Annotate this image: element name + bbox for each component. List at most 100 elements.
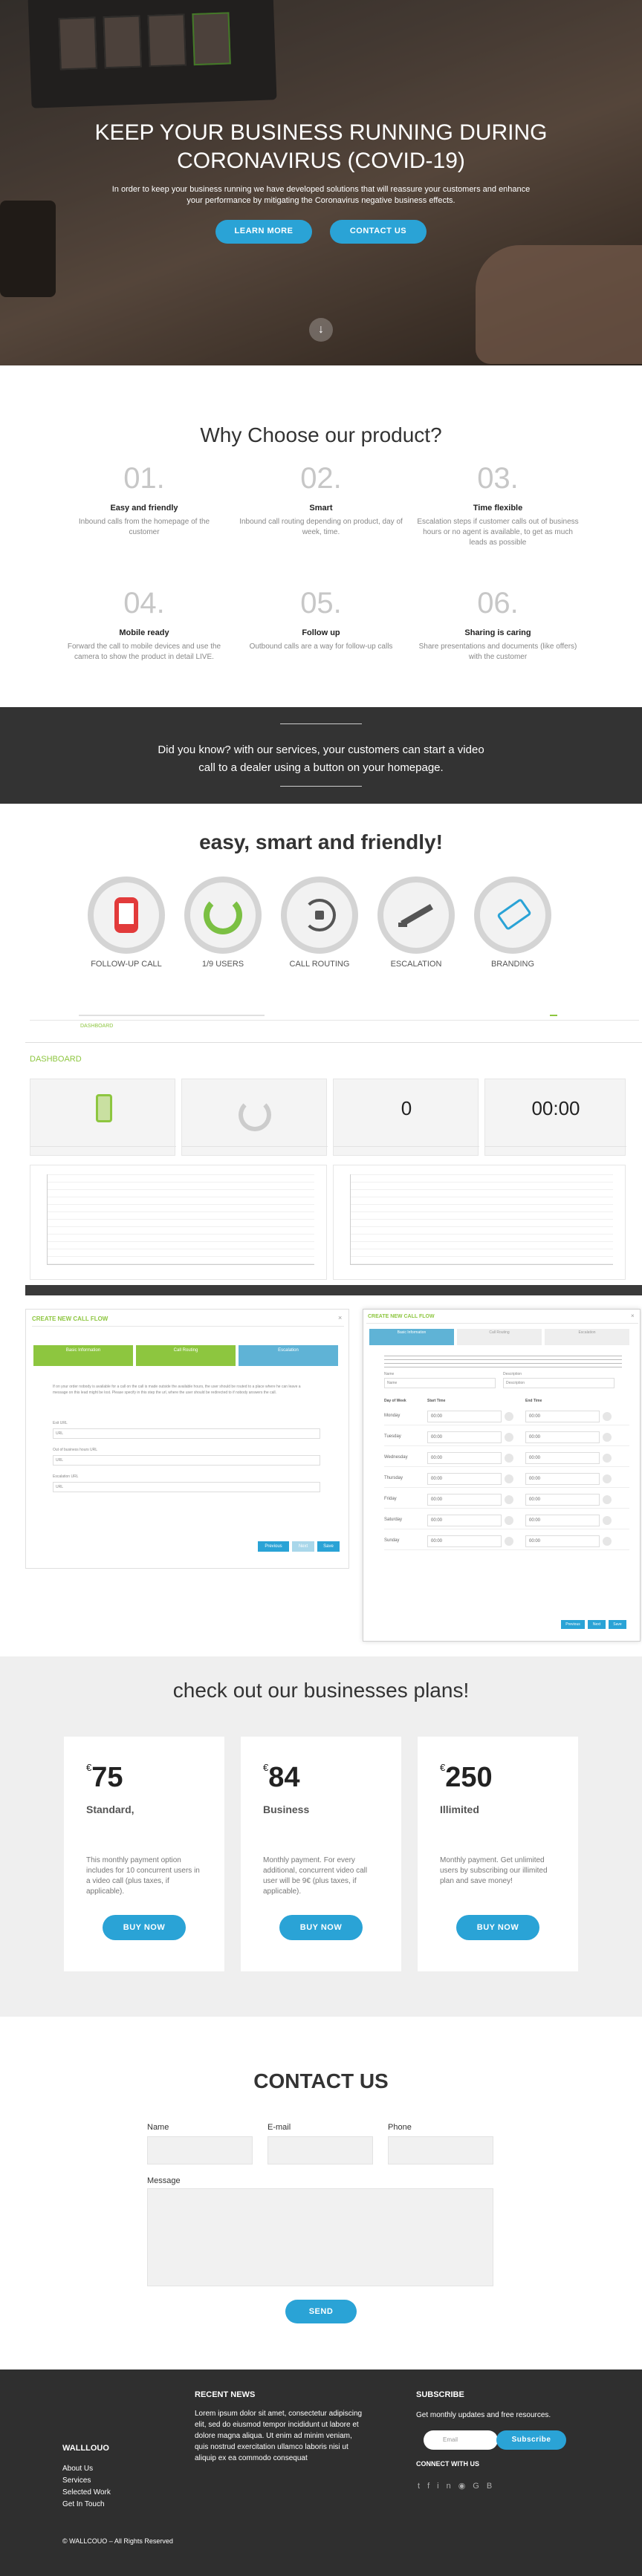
save-button[interactable]: Save <box>609 1620 626 1629</box>
escalation-url-input[interactable]: URL <box>53 1482 320 1492</box>
message-textarea[interactable] <box>147 2188 493 2286</box>
brand-tag-icon <box>474 876 551 954</box>
clock-icon[interactable] <box>603 1537 612 1546</box>
dashboard-header[interactable]: DASHBOARD <box>80 1024 113 1029</box>
name-label: Name <box>384 1372 395 1376</box>
start-time-input[interactable]: 00:00 <box>427 1431 502 1443</box>
previous-button[interactable]: Previous <box>258 1541 289 1552</box>
buy-now-button[interactable]: BUY NOW <box>456 1915 539 1940</box>
previous-button[interactable]: Previous <box>561 1620 585 1629</box>
clock-icon[interactable] <box>505 1454 513 1463</box>
feature-desc: Escalation steps if customer calls out o… <box>417 518 579 547</box>
contact-title: CONTACT US <box>253 2069 389 2092</box>
connect-title: CONNECT WITH US <box>416 2460 479 2468</box>
save-button[interactable]: Save <box>317 1541 340 1552</box>
step-label: Escalation <box>578 1330 596 1335</box>
footer-link-about[interactable]: About Us <box>62 2463 93 2475</box>
plan-name: Illimited <box>440 1803 479 1815</box>
step-call-routing[interactable]: Call Routing <box>136 1345 236 1366</box>
step-basic-info[interactable]: Basic Information <box>33 1345 133 1366</box>
close-icon[interactable]: × <box>631 1313 635 1319</box>
clock-icon[interactable] <box>505 1474 513 1483</box>
buy-now-button[interactable]: BUY NOW <box>279 1915 363 1940</box>
subscribe-email-input[interactable]: Email <box>424 2430 498 2450</box>
schedule-row: Wednesday 00:00 00:00 <box>384 1451 629 1467</box>
buy-now-button[interactable]: BUY NOW <box>103 1915 186 1940</box>
feature-desc: Inbound calls from the homepage of the c… <box>78 518 210 536</box>
feature-desc: Share presentations and documents (like … <box>418 643 577 661</box>
footer-link-services[interactable]: Services <box>62 2475 91 2487</box>
step-escalation[interactable]: Escalation <box>239 1345 338 1366</box>
start-time-input[interactable]: 00:00 <box>427 1494 502 1506</box>
name-input[interactable] <box>147 2136 253 2164</box>
next-button[interactable]: Next <box>588 1620 606 1629</box>
end-time-input[interactable]: 00:00 <box>525 1431 600 1443</box>
step-basic-info[interactable]: Basic Information <box>369 1329 454 1345</box>
dashboard-topbar <box>30 1012 639 1021</box>
clock-icon[interactable] <box>603 1454 612 1463</box>
clock-icon[interactable] <box>603 1474 612 1483</box>
description-input[interactable]: Description <box>503 1378 615 1388</box>
field-label: Escalation URL <box>53 1474 79 1479</box>
plan-name: Standard, <box>86 1803 134 1815</box>
clock-icon[interactable] <box>603 1433 612 1442</box>
plan-price: €75 <box>86 1762 123 1794</box>
linkedin-icon[interactable]: in <box>437 2482 458 2491</box>
clock-icon[interactable] <box>505 1537 513 1546</box>
twitter-icon[interactable]: t <box>418 2482 427 2491</box>
feature-number: 05. <box>300 587 342 619</box>
start-time-input[interactable]: 00:00 <box>427 1411 502 1422</box>
instagram-icon[interactable]: ◉ <box>458 2482 473 2491</box>
start-time-input[interactable]: 00:00 <box>427 1515 502 1526</box>
clock-icon[interactable] <box>603 1495 612 1504</box>
phone-input[interactable] <box>388 2136 493 2164</box>
feature-number: 02. <box>300 462 342 495</box>
google-plus-icon[interactable]: G <box>473 2482 487 2491</box>
plan-card-standard: €75 Standard, This monthly payment optio… <box>64 1737 224 1971</box>
end-time-input[interactable]: 00:00 <box>525 1535 600 1547</box>
feature-label: FOLLOW-UP CALL <box>91 960 162 969</box>
feature-desc: Outbound calls are a way for follow-up c… <box>249 643 393 651</box>
footer-link-work[interactable]: Selected Work <box>62 2487 111 2499</box>
gauge-users-icon <box>184 876 262 954</box>
start-time-input[interactable]: 00:00 <box>427 1473 502 1485</box>
end-time-input[interactable]: 00:00 <box>525 1515 600 1526</box>
clock-icon[interactable] <box>505 1516 513 1525</box>
start-time-input[interactable]: 00:00 <box>427 1452 502 1464</box>
end-time-input[interactable]: 00:00 <box>525 1452 600 1464</box>
contact-us-button[interactable]: CONTACT US <box>330 220 427 244</box>
step-escalation[interactable]: Escalation <box>545 1329 629 1345</box>
social-icons: tfin◉GB <box>418 2481 499 2491</box>
clock-icon[interactable] <box>603 1412 612 1421</box>
close-icon[interactable]: × <box>338 1314 342 1321</box>
subscribe-title: SUBSCRIBE <box>416 2390 464 2399</box>
name-input[interactable]: Name <box>384 1378 496 1388</box>
facebook-icon[interactable]: f <box>427 2482 437 2491</box>
out-of-hours-url-input[interactable]: URL <box>53 1455 320 1466</box>
clock-icon[interactable] <box>505 1433 513 1442</box>
description-label: Description <box>503 1372 522 1376</box>
footer-link-contact[interactable]: Get In Touch <box>62 2499 105 2511</box>
step-call-routing[interactable]: Call Routing <box>457 1329 542 1345</box>
why-title: Why Choose our product? <box>200 423 442 446</box>
end-time-input[interactable]: 00:00 <box>525 1473 600 1485</box>
plan-name: Business <box>263 1803 310 1815</box>
behance-icon[interactable]: B <box>487 2482 499 2491</box>
email-input[interactable] <box>268 2136 373 2164</box>
start-time-input[interactable]: 00:00 <box>427 1535 502 1547</box>
end-time-input[interactable]: 00:00 <box>525 1494 600 1506</box>
clock-icon[interactable] <box>603 1516 612 1525</box>
subscribe-button[interactable]: Subscribe <box>496 2430 566 2450</box>
price-value: 84 <box>268 1762 300 1793</box>
clock-icon[interactable] <box>505 1412 513 1421</box>
scroll-down-icon[interactable]: ↓ <box>309 318 333 342</box>
feature-number: 04. <box>123 587 165 619</box>
send-button[interactable]: SEND <box>285 2300 357 2323</box>
mobile-phone-icon <box>88 876 165 954</box>
learn-more-button[interactable]: LEARN MORE <box>215 220 312 244</box>
next-button[interactable]: Next <box>292 1541 314 1552</box>
end-time-input[interactable]: 00:00 <box>525 1411 600 1422</box>
exit-url-input[interactable]: URL <box>53 1428 320 1439</box>
phone-label: Phone <box>388 2123 412 2132</box>
clock-icon[interactable] <box>505 1495 513 1504</box>
